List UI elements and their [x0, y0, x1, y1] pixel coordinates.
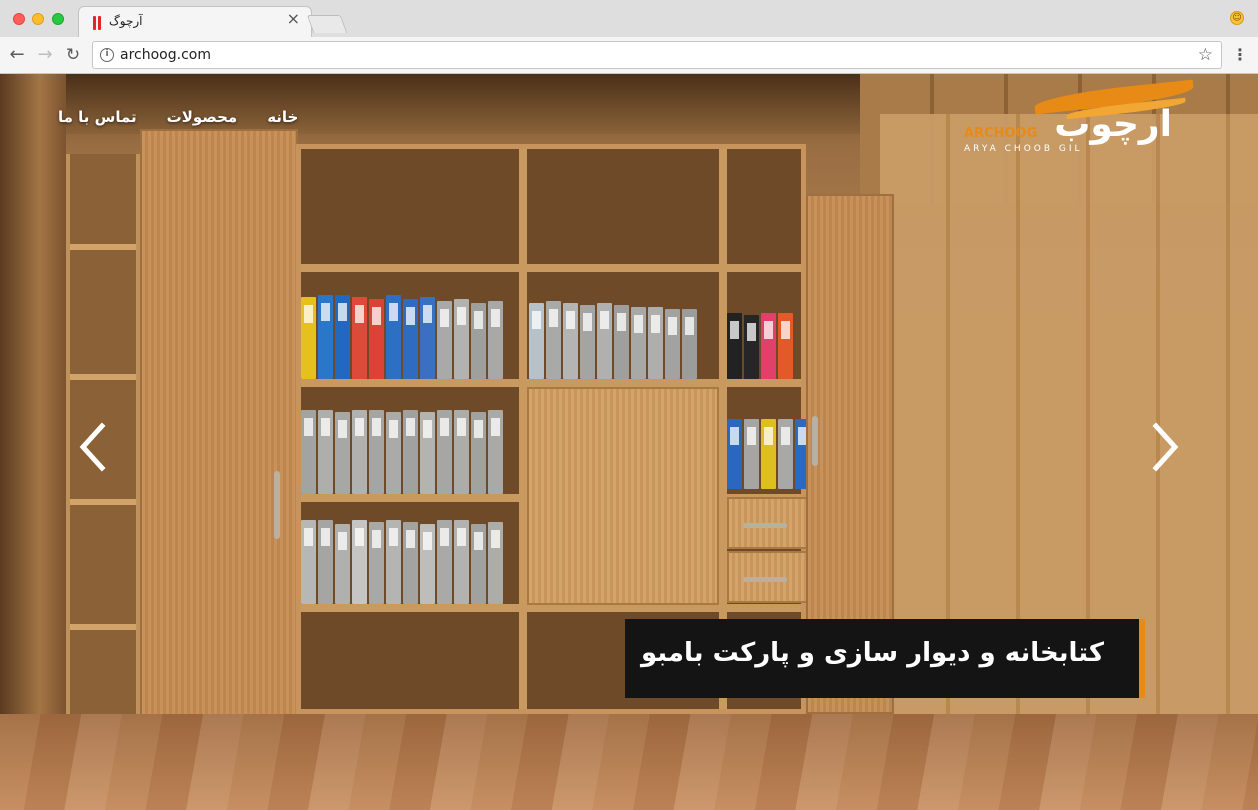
bookmark-star-icon[interactable]: ☆: [1198, 45, 1213, 65]
profile-emoji-icon[interactable]: ☺: [1230, 11, 1244, 25]
web-page: خانه محصولات تماس با ما ارچوب ARCHOOG AR…: [0, 74, 1258, 810]
hero-slide-image: [0, 74, 1258, 810]
reload-icon[interactable]: ↻: [63, 45, 83, 65]
minimize-window-button[interactable]: [32, 13, 44, 25]
browser-toolbar: ← → ↻ i archoog.com ☆ ⋮: [0, 37, 1258, 74]
browser-tabstrip: آرچوگ × ☺: [0, 0, 1258, 37]
address-bar[interactable]: i archoog.com ☆: [92, 41, 1222, 69]
nav-home-link[interactable]: خانه: [267, 108, 298, 126]
back-arrow-icon[interactable]: ←: [7, 45, 27, 65]
site-favicon-icon: [93, 16, 101, 30]
chevron-right-icon: [1152, 422, 1179, 472]
slide-caption-box: کتابخانه و دیوار سازی و پارکت بامبو: [625, 619, 1145, 698]
tab-close-icon[interactable]: ×: [287, 11, 300, 27]
slide-caption-text: کتابخانه و دیوار سازی و پارکت بامبو: [640, 638, 1104, 668]
close-window-button[interactable]: [13, 13, 25, 25]
chevron-left-icon: [79, 422, 106, 472]
slider-prev-button[interactable]: [78, 422, 108, 472]
logo-tagline: ARYA CHOOB GIL: [964, 144, 1083, 154]
logo-wordmark: ارچوب: [1054, 104, 1173, 145]
maximize-window-button[interactable]: [52, 13, 64, 25]
url-text[interactable]: archoog.com: [120, 47, 211, 63]
forward-arrow-icon[interactable]: →: [35, 45, 55, 65]
logo-latin-name: ARCHOOG: [964, 126, 1038, 141]
new-tab-button[interactable]: [306, 15, 348, 33]
main-nav: خانه محصولات تماس با ما: [58, 108, 298, 126]
site-info-icon[interactable]: i: [100, 48, 114, 62]
browser-tab[interactable]: آرچوگ ×: [78, 6, 312, 37]
nav-contact-link[interactable]: تماس با ما: [58, 108, 137, 126]
tab-title: آرچوگ: [109, 14, 143, 28]
browser-menu-icon[interactable]: ⋮: [1232, 45, 1248, 65]
site-logo[interactable]: ارچوب ARCHOOG ARYA CHOOB GIL: [964, 79, 1204, 164]
slider-next-button[interactable]: [1150, 422, 1180, 472]
nav-products-link[interactable]: محصولات: [167, 108, 238, 126]
